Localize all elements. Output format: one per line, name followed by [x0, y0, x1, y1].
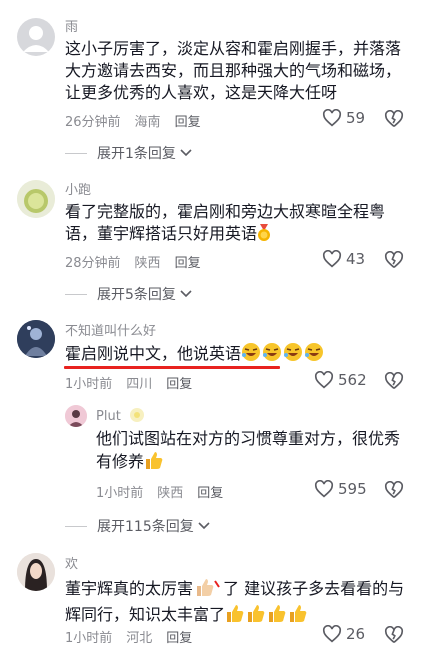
like-button[interactable]: 43	[322, 250, 365, 268]
dislike-button[interactable]	[384, 480, 404, 503]
like-count: 59	[346, 109, 366, 127]
reply-button[interactable]: 回复	[175, 115, 201, 130]
heart-icon	[322, 250, 342, 268]
reply-avatar[interactable]	[65, 405, 87, 427]
like-count: 562	[338, 371, 367, 389]
comment-text-line: 语，董宇辉搭话只好用英语	[65, 224, 258, 243]
comment-text: 董宇辉真的太厉害 了 建议孩子多去看看的与 辉同行，知识太丰富了	[65, 577, 410, 629]
expand-replies-button[interactable]: 展开115条回复	[65, 516, 210, 536]
dislike-button[interactable]	[384, 250, 404, 273]
expand-label: 展开1条回复	[97, 146, 176, 162]
comment-meta: 1小时前 河北 回复	[65, 627, 206, 646]
comment-text: 看了完整版的，霍启刚和旁边大叔寒暄全程粤 语，董宇辉搭话只好用英语	[65, 201, 410, 248]
broken-heart-icon	[384, 109, 404, 127]
comment-text: 霍启刚说中文，他说英语	[65, 342, 410, 368]
location: 陕西	[157, 486, 184, 501]
dislike-button[interactable]	[384, 625, 404, 648]
heart-icon	[314, 371, 334, 389]
dislike-button[interactable]	[384, 371, 404, 394]
comment-meta: 28分钟前 陕西 回复	[65, 252, 215, 271]
avatar[interactable]	[17, 180, 55, 218]
comment-text-line: 辉同行，知识太丰富了	[65, 605, 226, 624]
reply-text-line: 有修养	[96, 452, 145, 471]
timestamp: 1小时前	[65, 631, 113, 646]
reply-button[interactable]: 回复	[197, 486, 223, 501]
heart-icon	[322, 625, 342, 643]
timestamp: 28分钟前	[65, 256, 121, 271]
divider-line	[65, 293, 87, 295]
location: 河北	[126, 631, 153, 646]
location: 陕西	[134, 256, 161, 271]
like-button[interactable]: 595	[314, 480, 367, 498]
expand-replies-button[interactable]: 展开5条回复	[65, 284, 192, 304]
comment-text-line: 让更多优秀的人喜欢，这是天降大任呀	[65, 83, 338, 102]
comment-text-line: 董宇辉真的太厉害	[65, 579, 194, 598]
location: 四川	[126, 377, 153, 392]
reply-text-line: 他们试图站在对方的习惯尊重对方，很优秀	[96, 429, 401, 448]
laughing-emoji-icon	[241, 342, 325, 368]
username[interactable]: 欢	[65, 553, 78, 572]
thumbs-up-emoji-icon	[195, 577, 221, 603]
comment-text-line: 了 建议孩子多去看看的与	[223, 579, 405, 598]
expand-label: 展开5条回复	[97, 287, 176, 303]
heart-icon	[314, 480, 334, 498]
dislike-button[interactable]	[384, 109, 404, 132]
avatar[interactable]	[17, 553, 55, 591]
comment-meta: 1小时前 四川 回复	[65, 373, 206, 392]
comment-text-line: 这小子厉害了，淡定从容和霍启刚握手，并落落	[65, 39, 402, 58]
flower-emoji-icon	[129, 407, 145, 427]
comment-text-line: 大方邀请去西安，而且那种强大的气场和磁场，	[65, 61, 402, 80]
heart-icon	[322, 109, 342, 127]
like-count: 26	[346, 625, 366, 643]
timestamp: 1小时前	[96, 486, 144, 501]
broken-heart-icon	[384, 625, 404, 643]
thumbs-up-emoji-icon	[225, 603, 309, 629]
medal-emoji-icon	[257, 224, 271, 248]
comment-meta: 26分钟前 海南 回复	[65, 111, 215, 130]
divider-line	[65, 525, 87, 527]
like-button[interactable]: 59	[322, 109, 365, 127]
comment-text-line: 霍启刚说中文，他说英语	[65, 344, 242, 363]
comment-text: 这小子厉害了，淡定从容和霍启刚握手，并落落 大方邀请去西安，而且那种强大的气场和…	[65, 38, 410, 104]
avatar[interactable]	[17, 320, 55, 358]
chevron-down-icon	[180, 149, 192, 157]
like-button[interactable]: 26	[322, 625, 365, 643]
like-count: 595	[338, 480, 367, 498]
comment-text-line: 看了完整版的，霍启刚和旁边大叔寒暄全程粤	[65, 202, 386, 221]
thumbs-up-emoji-icon	[144, 450, 164, 476]
reply-text: 他们试图站在对方的习惯尊重对方，很优秀 有修养	[96, 428, 406, 476]
chevron-down-icon	[198, 522, 210, 530]
username[interactable]: 雨	[65, 16, 78, 35]
expand-replies-button[interactable]: 展开1条回复	[65, 143, 192, 163]
reply-meta: 1小时前 陕西 回复	[96, 482, 237, 501]
reply-button[interactable]: 回复	[175, 256, 201, 271]
reply-username-label: Plut	[96, 409, 121, 424]
location: 海南	[134, 115, 161, 130]
broken-heart-icon	[384, 480, 404, 498]
reply-button[interactable]: 回复	[166, 377, 192, 392]
like-count: 43	[346, 250, 366, 268]
username[interactable]: 不知道叫什么好	[65, 320, 156, 339]
avatar[interactable]	[17, 18, 55, 56]
broken-heart-icon	[384, 250, 404, 268]
username[interactable]: 小跑	[65, 179, 91, 198]
highlight-underline	[64, 366, 280, 369]
reply-username[interactable]: Plut	[96, 407, 145, 427]
chevron-down-icon	[180, 290, 192, 298]
expand-label: 展开115条回复	[97, 519, 194, 535]
divider-line	[65, 152, 87, 154]
timestamp: 26分钟前	[65, 115, 121, 130]
broken-heart-icon	[384, 371, 404, 389]
like-button[interactable]: 562	[314, 371, 367, 389]
reply-button[interactable]: 回复	[166, 631, 192, 646]
timestamp: 1小时前	[65, 377, 113, 392]
